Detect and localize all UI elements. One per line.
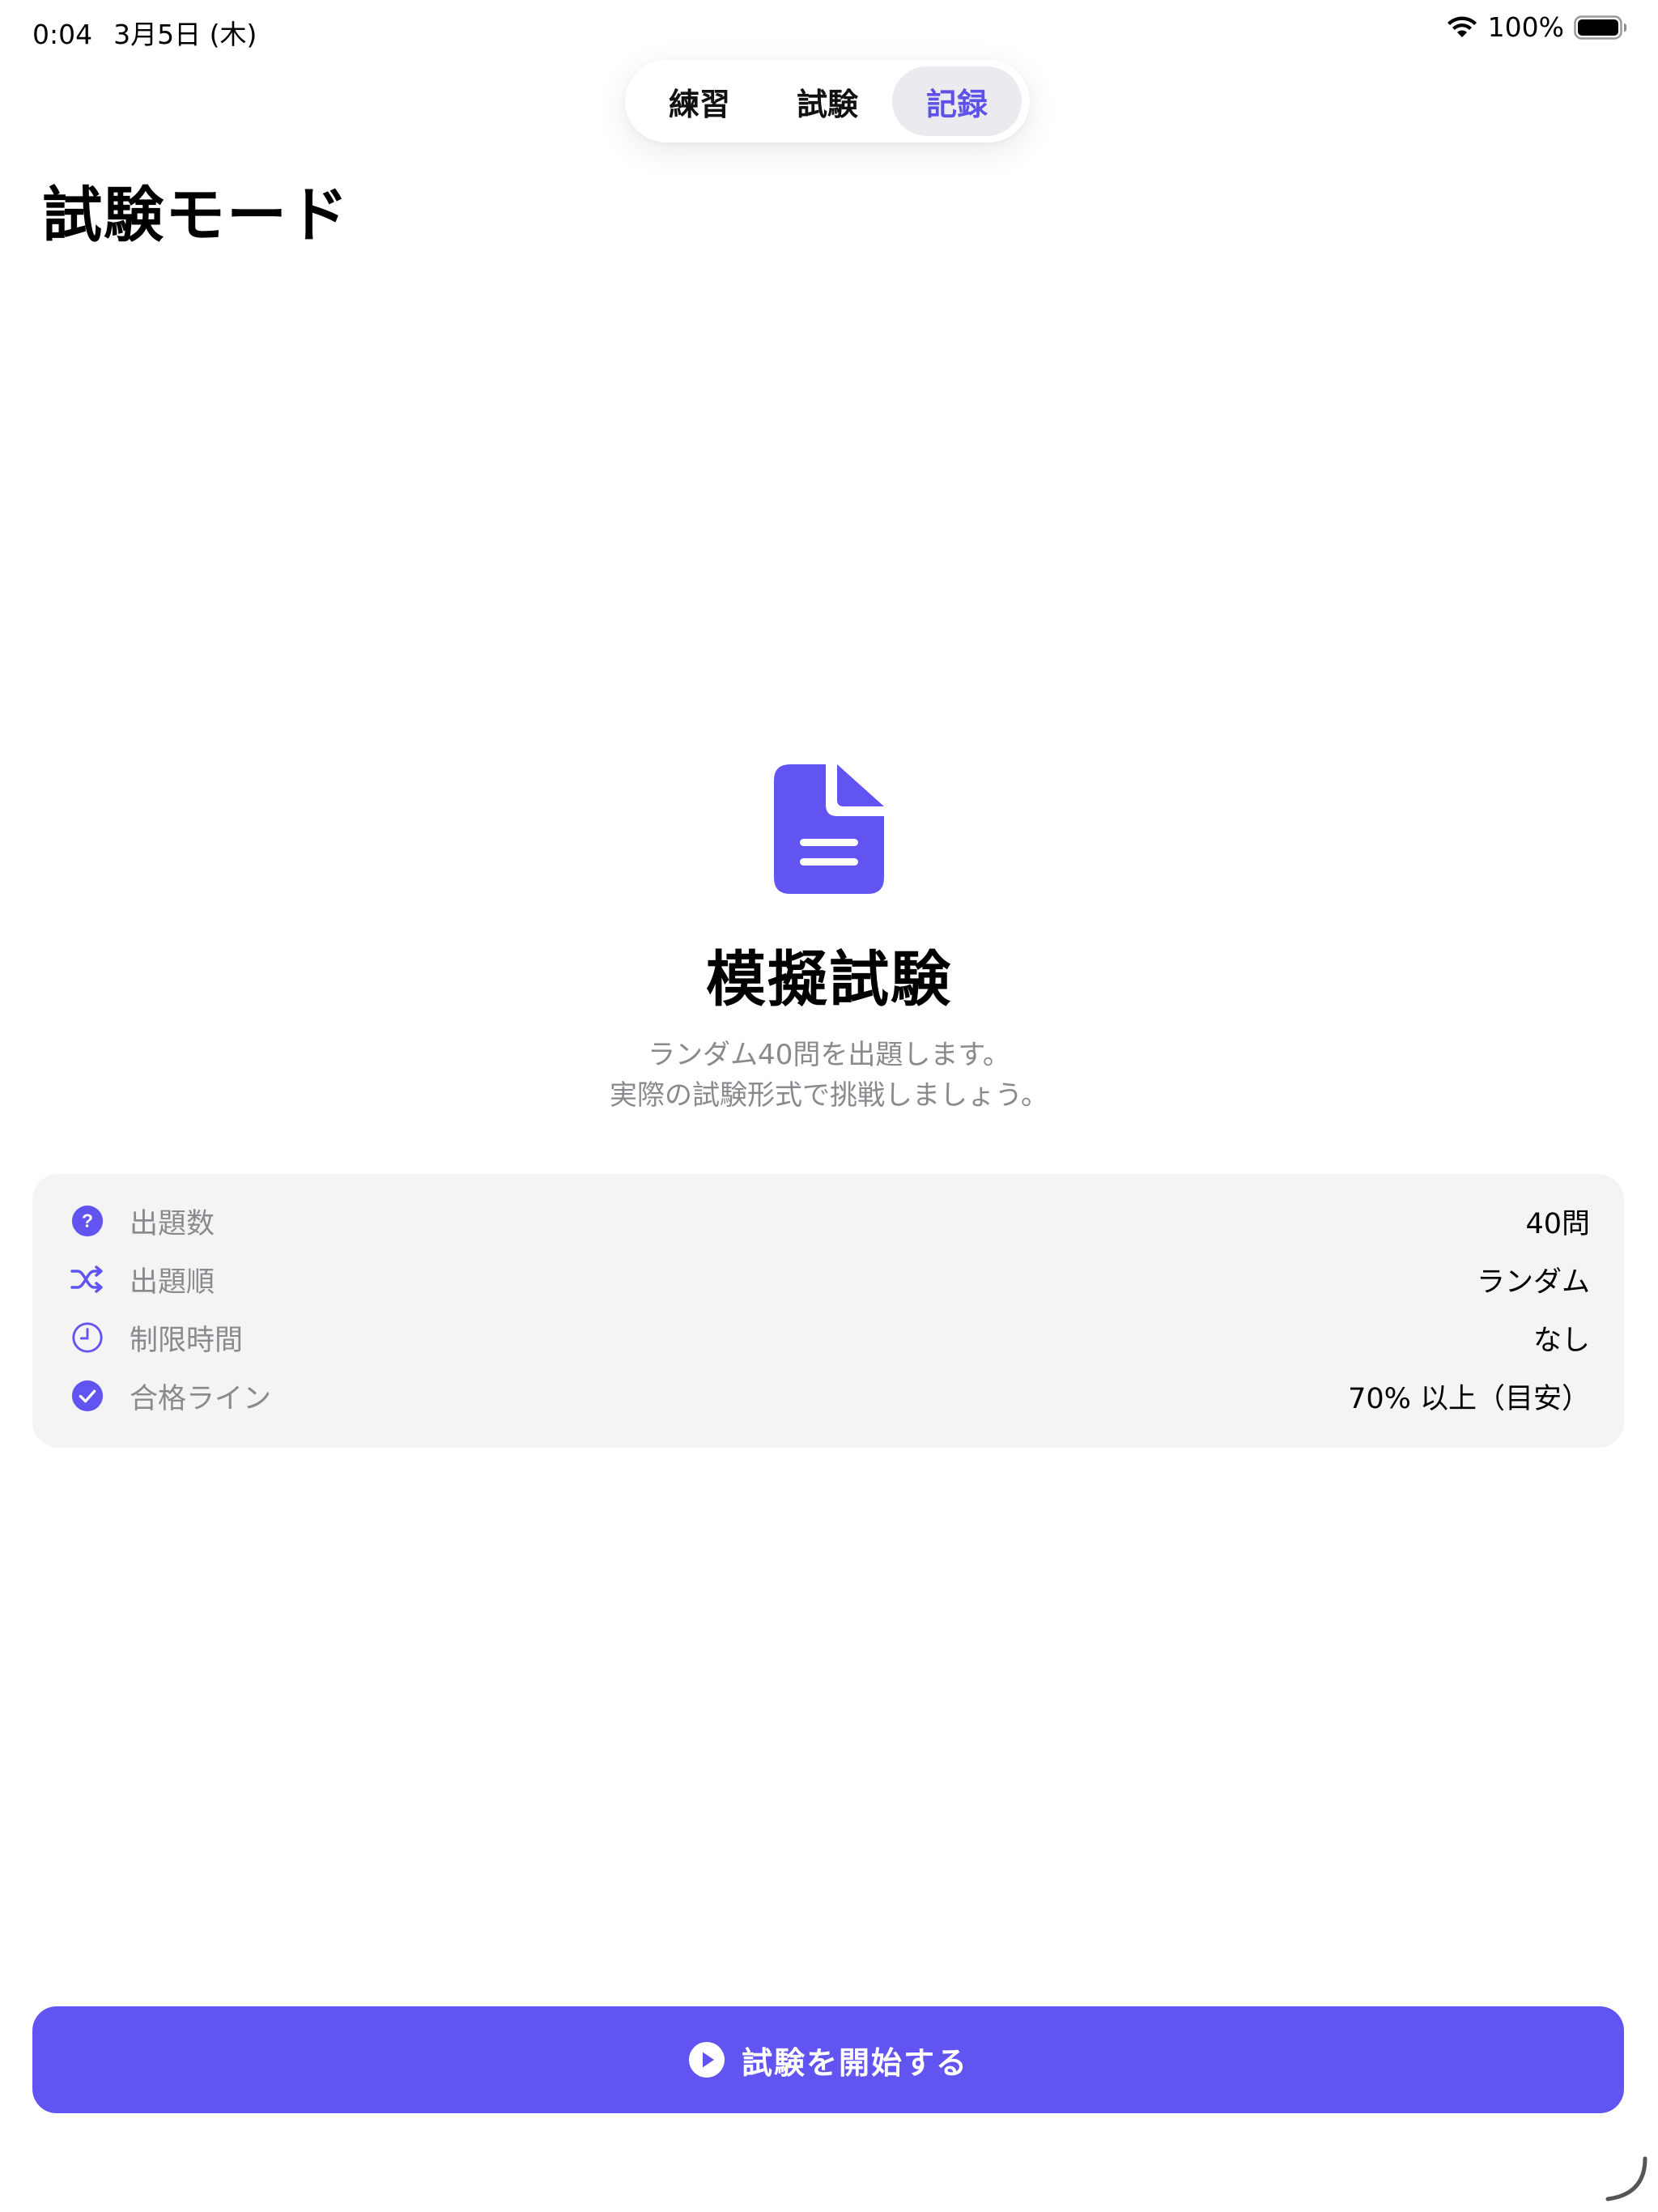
hero-description: ランダム40問を出題します。 実際の試験形式で挑戦しましょう。 [0, 1035, 1658, 1116]
status-bar: 0:04 3月5日 (木) 100% [0, 0, 1658, 60]
start-exam-label: 試験を開始する [741, 2044, 968, 2081]
info-value: ランダム [1476, 1266, 1590, 1299]
exam-info-card: ? 出題数 40問 出題順 ランダム 制限時間 なし 合格ライン 70% 以上（… [32, 1174, 1624, 1448]
segment-exam[interactable]: 試験 [763, 66, 892, 136]
info-row-question-count: ? 出題数 40問 [32, 1192, 1624, 1250]
info-row-passing-line: 合格ライン 70% 以上（目安） [32, 1367, 1624, 1425]
screen: 0:04 3月5日 (木) 100% 練習 試験 記録 試験モード 模擬試験 ラ… [0, 0, 1658, 2212]
info-row-time-limit: 制限時間 なし [32, 1308, 1624, 1367]
info-label: 出題数 [130, 1207, 215, 1240]
segment-exam-label: 試験 [796, 86, 858, 122]
resize-handle-icon[interactable] [1600, 2154, 1652, 2206]
battery-full-icon [1574, 15, 1626, 40]
segment-records[interactable]: 記録 [892, 66, 1022, 136]
status-indicators: 100% [1446, 11, 1627, 43]
info-label: 制限時間 [130, 1324, 244, 1357]
play-circle-icon [688, 2042, 725, 2078]
start-exam-button[interactable]: 試験を開始する [32, 2006, 1624, 2113]
svg-text:?: ? [82, 1210, 93, 1231]
segment-records-label: 記録 [925, 86, 988, 122]
info-label: 合格ライン [130, 1382, 272, 1415]
hero-description-line-2: 実際の試験形式で挑戦しましょう。 [610, 1079, 1048, 1112]
status-time: 0:04 [32, 19, 93, 50]
battery-percent: 100% [1487, 11, 1564, 43]
checkmark-circle-icon [70, 1378, 105, 1414]
mode-segmented-control: 練習 試験 記録 [625, 60, 1030, 143]
info-value: 40問 [1525, 1207, 1590, 1240]
info-value: 70% 以上（目安） [1348, 1382, 1590, 1415]
hero-title: 模擬試験 [706, 945, 952, 1015]
hero-description-line-1: ランダム40問を出題します。 [648, 1039, 1010, 1071]
document-icon [774, 764, 884, 894]
info-row-question-order: 出題順 ランダム [32, 1250, 1624, 1308]
shuffle-icon [70, 1261, 105, 1297]
info-value: なし [1533, 1324, 1590, 1357]
page-title: 試験モード [42, 181, 350, 250]
status-date: 3月5日 (木) [113, 19, 257, 50]
wifi-icon [1447, 16, 1477, 37]
clock-icon [70, 1320, 105, 1355]
question-circle-icon: ? [70, 1203, 105, 1239]
segment-practice-label: 練習 [668, 86, 730, 122]
status-time-date: 0:04 3月5日 (木) [32, 13, 257, 52]
segment-practice[interactable]: 練習 [635, 66, 764, 136]
info-label: 出題順 [130, 1266, 215, 1299]
